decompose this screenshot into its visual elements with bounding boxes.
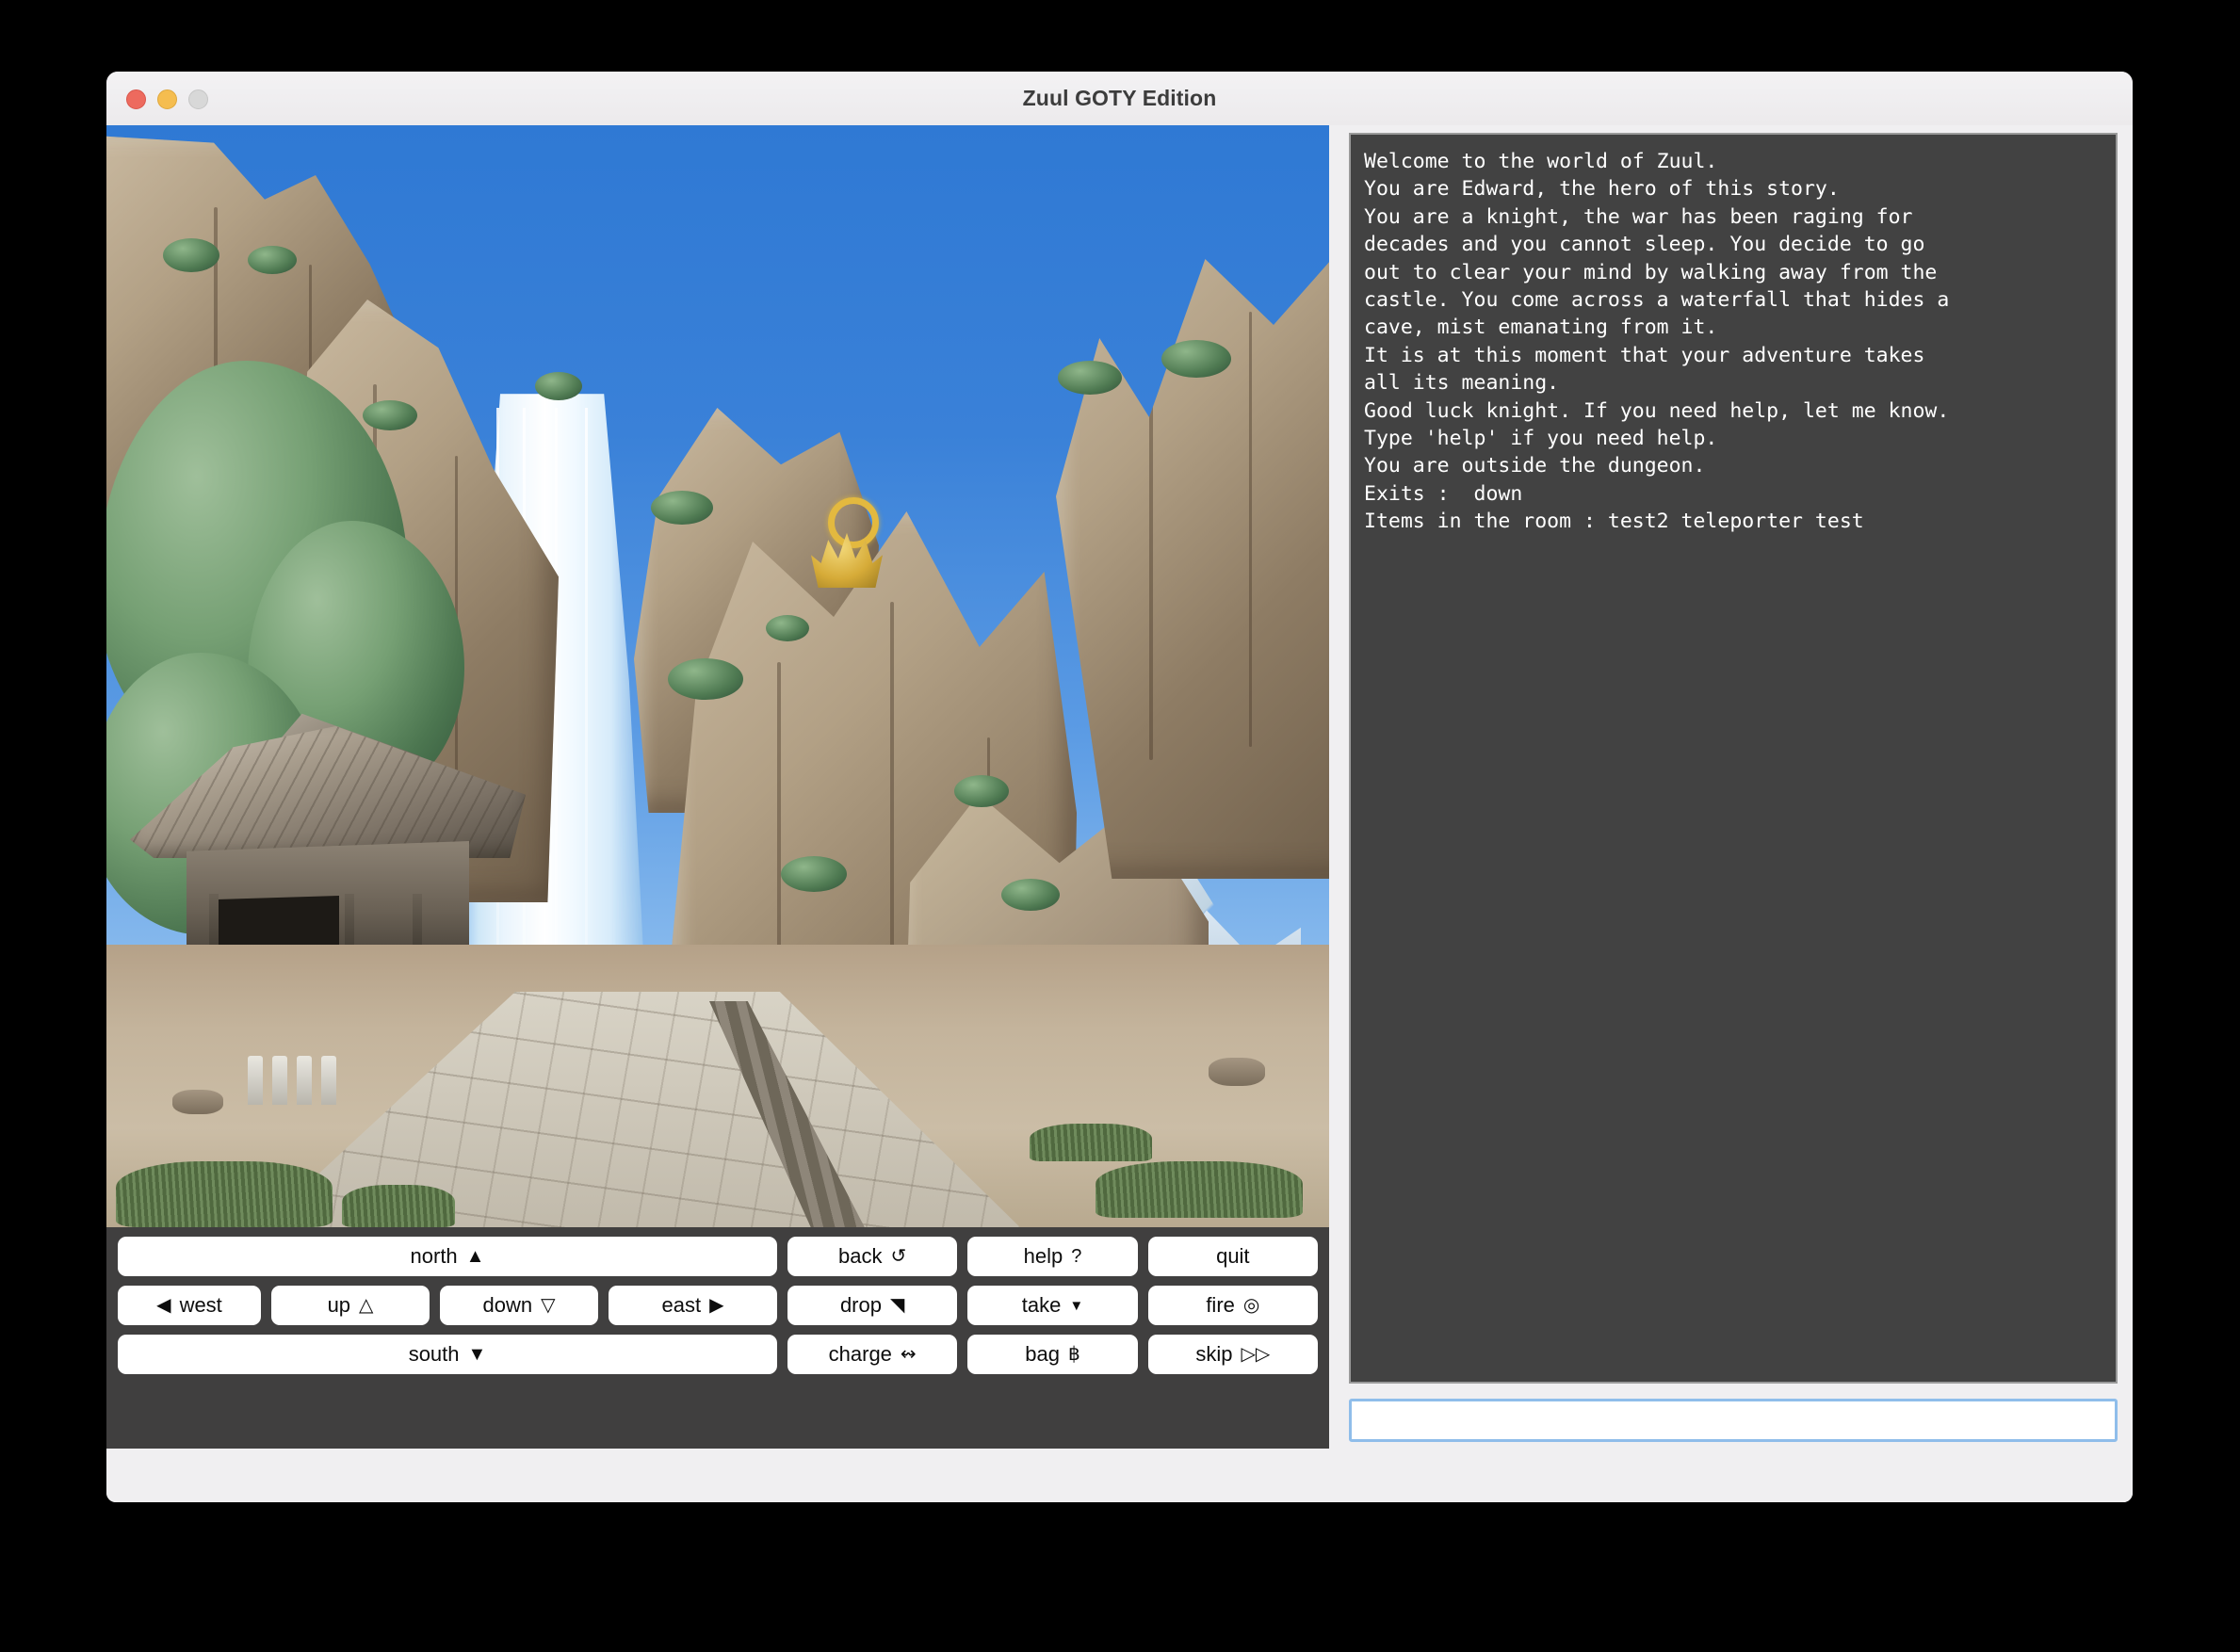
grass-tuft [1030, 1124, 1152, 1161]
back-button[interactable]: back ↺ [787, 1237, 958, 1276]
drop-button-label: drop [839, 1293, 882, 1317]
take-button[interactable]: take ▼ [967, 1286, 1138, 1325]
cliff-bush [1001, 879, 1060, 911]
button-row-3: south ▼ charge ↭ bag ฿ skip ▷▷ [118, 1335, 1318, 1374]
down-button[interactable]: down ▽ [440, 1286, 598, 1325]
drop-marker-icon: ◥ [889, 1295, 905, 1316]
charge-button-label: charge [828, 1342, 892, 1366]
stone-lantern [248, 1056, 263, 1105]
nav-group-row-3: south ▼ [118, 1335, 777, 1374]
west-button[interactable]: ◀ west [118, 1286, 261, 1325]
south-button[interactable]: south ▼ [118, 1335, 777, 1374]
up-button[interactable]: up △ [271, 1286, 430, 1325]
game-output-console[interactable]: Welcome to the world of Zuul. You are Ed… [1349, 133, 2118, 1384]
cliff-bush [954, 775, 1009, 807]
help-button-label: help [1023, 1244, 1063, 1268]
charge-button[interactable]: charge ↭ [787, 1335, 958, 1374]
east-button-label: east [661, 1293, 702, 1317]
target-bullseye-icon: ◎ [1242, 1295, 1260, 1316]
help-button[interactable]: help ? [967, 1237, 1138, 1276]
window-title: Zuul GOTY Edition [1022, 86, 1217, 110]
south-button-label: south [408, 1342, 460, 1366]
nav-group-row-1: north ▲ [118, 1237, 777, 1276]
rubble-rock [1209, 1058, 1265, 1086]
nav-group-row-2: ◀ west up △ down ▽ east ▶ [118, 1286, 777, 1325]
app-window: Zuul GOTY Edition north ▲ back ↺ help ? … [106, 72, 2133, 1502]
bag-button-label: bag [1025, 1342, 1060, 1366]
action-group-row-1: back ↺ help ? quit [787, 1237, 1318, 1276]
cliff-bush [163, 238, 219, 272]
triangle-up-outline-icon: △ [359, 1295, 374, 1316]
command-input-wrapper [1349, 1399, 2118, 1442]
cliff-bush [781, 856, 847, 892]
quit-button[interactable]: quit [1147, 1237, 1318, 1276]
stone-lantern [321, 1056, 336, 1105]
baht-bag-icon: ฿ [1067, 1344, 1080, 1365]
down-button-label: down [482, 1293, 533, 1317]
cliff-bush [363, 400, 417, 430]
bag-button[interactable]: bag ฿ [967, 1335, 1138, 1374]
triangle-down-outline-icon: ▽ [541, 1295, 556, 1316]
game-pane: north ▲ back ↺ help ? quit ◀ west up △ d… [106, 125, 1329, 1449]
grass-tuft [1096, 1161, 1303, 1218]
cliff-bush [668, 658, 743, 700]
scene-image [106, 125, 1329, 1227]
cliff-bush [651, 491, 713, 525]
double-triangle-right-icon: ▷▷ [1241, 1344, 1271, 1365]
skip-button-label: skip [1195, 1342, 1233, 1366]
triangle-left-filled-icon: ◀ [156, 1295, 171, 1316]
fire-button[interactable]: fire ◎ [1147, 1286, 1318, 1325]
command-input[interactable] [1349, 1399, 2118, 1442]
quit-button-label: quit [1216, 1244, 1250, 1268]
take-marker-icon: ▼ [1069, 1297, 1084, 1314]
north-button-label: north [410, 1244, 458, 1268]
up-button-label: up [327, 1293, 351, 1317]
east-button[interactable]: east ▶ [609, 1286, 777, 1325]
cliff-bush [248, 246, 297, 274]
undo-arrow-icon: ↺ [890, 1246, 907, 1267]
rubble-rock [172, 1090, 223, 1114]
cliff-bush [1058, 361, 1122, 395]
cliff-bush [1161, 340, 1231, 378]
stone-lantern [272, 1056, 287, 1105]
command-button-panel: north ▲ back ↺ help ? quit ◀ west up △ d… [106, 1227, 1329, 1449]
console-pane: Welcome to the world of Zuul. You are Ed… [1341, 125, 2133, 1502]
west-button-label: west [179, 1293, 222, 1317]
window-content: north ▲ back ↺ help ? quit ◀ west up △ d… [106, 125, 2133, 1502]
title-bar: Zuul GOTY Edition [106, 72, 2133, 126]
lightning-squiggle-icon: ↭ [900, 1344, 917, 1365]
golden-shrine-ornament-icon [803, 497, 890, 601]
back-button-label: back [838, 1244, 883, 1268]
grass-tuft [342, 1185, 455, 1227]
stone-lantern [297, 1056, 312, 1105]
triangle-up-filled-icon: ▲ [465, 1246, 485, 1267]
temple-roof-tiles [130, 726, 526, 858]
skip-button[interactable]: skip ▷▷ [1147, 1335, 1318, 1374]
triangle-down-filled-icon: ▼ [467, 1344, 487, 1365]
cliff-bush [535, 372, 582, 400]
north-button[interactable]: north ▲ [118, 1237, 777, 1276]
grass-tuft [116, 1161, 333, 1227]
drop-button[interactable]: drop ◥ [787, 1286, 958, 1325]
triangle-right-filled-icon: ▶ [709, 1295, 724, 1316]
action-group-row-3: charge ↭ bag ฿ skip ▷▷ [787, 1335, 1318, 1374]
question-mark-icon: ? [1071, 1246, 1082, 1267]
gold-ring-icon [828, 497, 879, 548]
console-text: Welcome to the world of Zuul. You are Ed… [1364, 150, 1950, 534]
button-row-2: ◀ west up △ down ▽ east ▶ drop ◥ take ▼ … [118, 1286, 1318, 1325]
cliff-bush [766, 615, 809, 641]
button-row-1: north ▲ back ↺ help ? quit [118, 1237, 1318, 1276]
take-button-label: take [1021, 1293, 1062, 1317]
action-group-row-2: drop ◥ take ▼ fire ◎ [787, 1286, 1318, 1325]
fire-button-label: fire [1206, 1293, 1235, 1317]
